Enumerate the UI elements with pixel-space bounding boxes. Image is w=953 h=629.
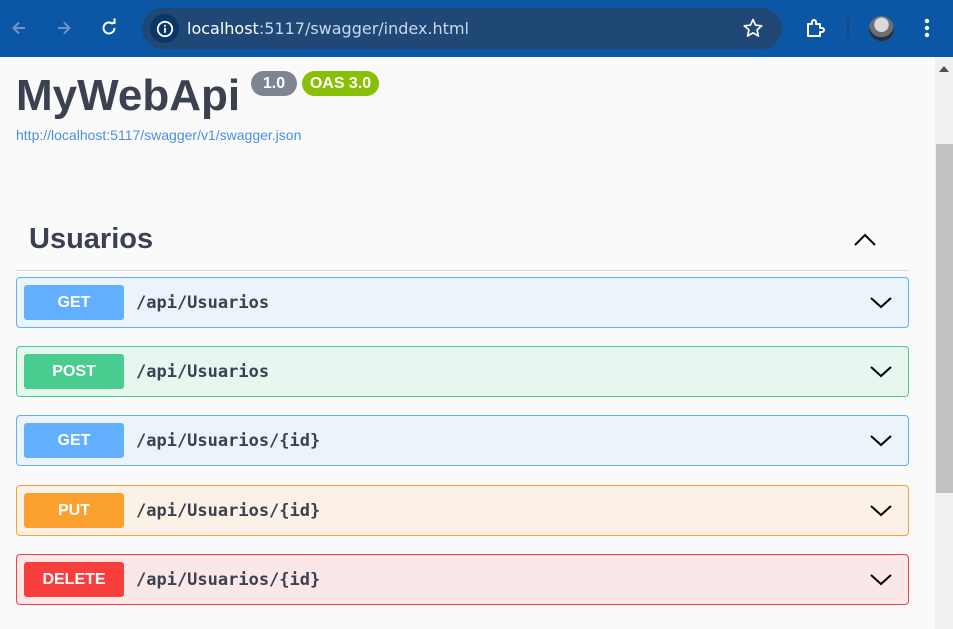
info-icon <box>156 20 173 37</box>
chevron-up-icon[interactable] <box>852 227 878 253</box>
oas-badge: OAS 3.0 <box>302 71 379 96</box>
address-bar[interactable]: localhost:5117/swagger/index.html <box>142 8 782 49</box>
profile-avatar[interactable] <box>869 16 894 41</box>
chevron-down-icon[interactable] <box>869 359 893 383</box>
toolbar-divider <box>847 19 849 37</box>
api-title: MyWebApi <box>16 71 241 120</box>
operation-path: /api/Usuarios <box>136 293 270 313</box>
swagger-json-link[interactable]: http://localhost:5117/swagger/v1/swagger… <box>16 127 301 143</box>
bookmark-button[interactable] <box>742 17 764 39</box>
extensions-button[interactable] <box>804 16 828 40</box>
operation-path: /api/Usuarios <box>136 362 270 382</box>
url-host: localhost <box>187 19 259 38</box>
browser-toolbar: localhost:5117/swagger/index.html <box>0 0 953 57</box>
forward-arrow-icon <box>58 21 71 35</box>
tag-section-header[interactable]: Usuarios <box>16 212 909 271</box>
chevron-down-icon[interactable] <box>869 498 893 522</box>
browser-menu-button[interactable] <box>917 16 937 40</box>
reload-button[interactable] <box>95 14 123 42</box>
method-badge: DELETE <box>24 562 124 597</box>
scroll-up-button[interactable] <box>935 61 953 77</box>
operation-path: /api/Usuarios/{id} <box>136 501 321 521</box>
url-text[interactable]: localhost:5117/swagger/index.html <box>187 19 469 38</box>
star-icon <box>743 18 763 37</box>
site-info-button[interactable] <box>150 14 179 43</box>
operation-path: /api/Usuarios/{id} <box>136 431 321 451</box>
version-badge: 1.0 <box>251 71 297 96</box>
method-badge: POST <box>24 354 124 389</box>
reload-icon <box>102 18 116 35</box>
back-arrow-icon <box>12 21 25 35</box>
puzzle-icon <box>807 19 825 37</box>
url-path: :5117/swagger/index.html <box>258 19 469 38</box>
operation-get-usuario-by-id[interactable]: GET /api/Usuarios/{id} <box>16 415 909 466</box>
operation-get-usuarios[interactable]: GET /api/Usuarios <box>16 277 909 328</box>
tag-title: Usuarios <box>29 223 154 255</box>
caret-up-icon <box>939 66 949 72</box>
chevron-down-icon[interactable] <box>869 567 893 591</box>
back-button[interactable] <box>5 14 33 42</box>
operation-post-usuarios[interactable]: POST /api/Usuarios <box>16 346 909 397</box>
operation-path: /api/Usuarios/{id} <box>136 570 321 590</box>
chevron-down-icon[interactable] <box>869 290 893 314</box>
method-badge: GET <box>24 285 124 320</box>
chevron-down-icon[interactable] <box>869 428 893 452</box>
method-badge: GET <box>24 423 124 458</box>
operation-delete-usuario-by-id[interactable]: DELETE /api/Usuarios/{id} <box>16 554 909 605</box>
scrollbar-thumb[interactable] <box>936 144 953 493</box>
operation-put-usuario-by-id[interactable]: PUT /api/Usuarios/{id} <box>16 485 909 536</box>
method-badge: PUT <box>24 493 124 528</box>
forward-button[interactable] <box>50 14 78 42</box>
kebab-menu-icon <box>924 18 930 38</box>
